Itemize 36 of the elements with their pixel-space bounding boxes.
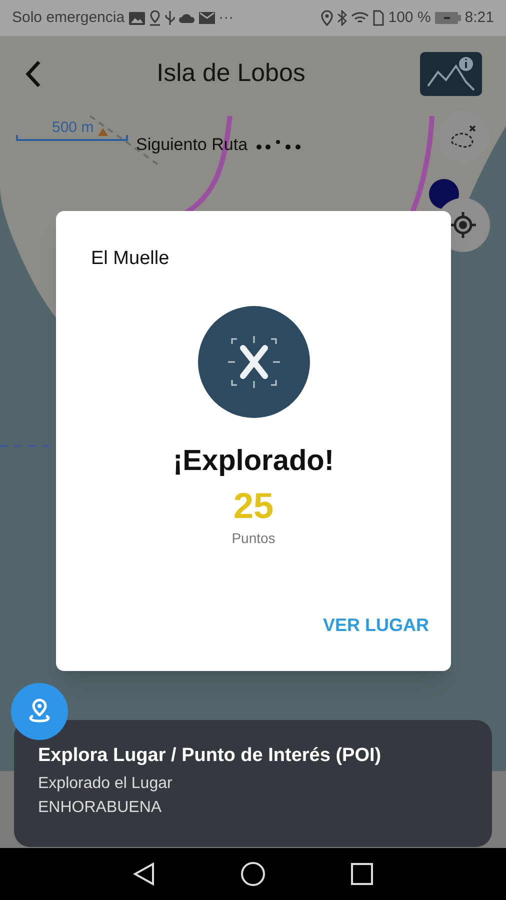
points-value: 25: [233, 484, 274, 528]
battery-icon: [434, 12, 461, 24]
notification-title: Explora Lugar / Punto de Interés (POI): [38, 744, 382, 768]
more-notifications-text: ···: [218, 8, 234, 28]
back-icon[interactable]: [24, 60, 42, 88]
dashed-route-icon: [448, 124, 478, 150]
explored-heading: ¡Explorado!: [172, 444, 334, 478]
scale-label: 500 m: [51, 120, 95, 135]
sim-icon: [373, 10, 384, 26]
recents-nav-icon[interactable]: [351, 863, 373, 885]
clock-text: 8:21: [464, 8, 494, 28]
image-icon: [128, 12, 145, 24]
page-title: Isla de Lobos: [156, 58, 306, 90]
view-place-button[interactable]: VER LUGAR: [322, 612, 429, 639]
mountain-info-icon[interactable]: [420, 52, 482, 96]
location-badge-icon: [11, 683, 68, 740]
home-nav-icon[interactable]: [241, 862, 265, 886]
carrier-text: Solo emergencia: [12, 8, 125, 28]
wifi-icon: [351, 11, 370, 25]
location-icon: [321, 10, 334, 26]
place-name: El Muelle: [90, 247, 170, 271]
scale-bar-icon: [16, 135, 128, 141]
battery-percent-text: 100 %: [388, 8, 431, 28]
notification-message: ENHORABUENA: [38, 798, 163, 818]
route-status-text: Siguiento Ruta: [136, 134, 248, 156]
back-nav-icon[interactable]: [133, 862, 155, 886]
points-label: Puntos: [232, 529, 276, 548]
loading-dots-icon: [256, 138, 302, 151]
bluetooth-icon: [337, 10, 348, 26]
usb-icon: [164, 10, 175, 26]
explore-badge-icon: [198, 306, 310, 418]
notification-message: Explorado el Lugar: [38, 774, 174, 794]
location-pin-icon: [148, 10, 161, 26]
crosshair-icon: [450, 212, 476, 238]
mail-icon: [198, 12, 215, 24]
cloud-icon: [178, 13, 195, 23]
